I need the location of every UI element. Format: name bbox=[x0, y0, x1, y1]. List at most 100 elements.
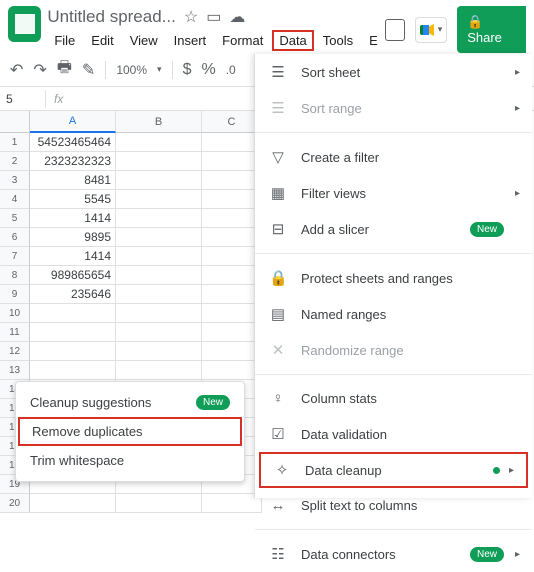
row-header[interactable]: 7 bbox=[0, 247, 30, 266]
dd-sort-sheet[interactable]: ☰Sort sheet▸ bbox=[255, 54, 532, 90]
cell[interactable] bbox=[30, 494, 116, 513]
meet-icon[interactable]: ▾ bbox=[415, 17, 447, 43]
cell[interactable]: 989865654 bbox=[30, 266, 116, 285]
submenu-remove-duplicates[interactable]: Remove duplicates bbox=[18, 417, 242, 446]
dd-split-text[interactable]: ↔Split text to columns bbox=[255, 488, 532, 523]
dd-data-validation[interactable]: ☑Data validation bbox=[255, 416, 532, 452]
cell[interactable]: 8481 bbox=[30, 171, 116, 190]
menu-data[interactable]: Data bbox=[272, 30, 313, 51]
dd-data-connectors[interactable]: ☷Data connectorsNew▸ bbox=[255, 536, 532, 572]
cell[interactable] bbox=[30, 361, 116, 380]
row-header[interactable]: 11 bbox=[0, 323, 30, 342]
cell[interactable]: 235646 bbox=[30, 285, 116, 304]
cell[interactable] bbox=[202, 171, 262, 190]
row-header[interactable]: 2 bbox=[0, 152, 30, 171]
dd-add-slicer[interactable]: ⊟Add a slicerNew bbox=[255, 211, 532, 247]
cell[interactable] bbox=[30, 304, 116, 323]
cell[interactable] bbox=[116, 171, 202, 190]
dd-create-filter[interactable]: ▽Create a filter bbox=[255, 139, 532, 175]
menu-view[interactable]: View bbox=[123, 30, 165, 51]
redo-icon[interactable]: ↷ bbox=[33, 60, 46, 80]
comment-icon[interactable] bbox=[385, 19, 405, 41]
cell[interactable] bbox=[116, 323, 202, 342]
cell[interactable] bbox=[202, 190, 262, 209]
row-header[interactable]: 13 bbox=[0, 361, 30, 380]
cell[interactable]: 2323232323 bbox=[30, 152, 116, 171]
cell[interactable] bbox=[202, 152, 262, 171]
row-header[interactable]: 12 bbox=[0, 342, 30, 361]
zoom-select[interactable]: 100% bbox=[116, 63, 147, 77]
cell[interactable] bbox=[116, 133, 202, 152]
cell[interactable] bbox=[202, 133, 262, 152]
col-header-A[interactable]: A bbox=[30, 111, 116, 133]
print-icon[interactable]: 🖶 bbox=[57, 56, 72, 83]
submenu-trim-whitespace[interactable]: Trim whitespace bbox=[16, 446, 244, 475]
col-header-B[interactable]: B bbox=[116, 111, 202, 133]
menubar: File Edit View Insert Format Data Tools … bbox=[47, 30, 385, 51]
menu-tools[interactable]: Tools bbox=[316, 30, 360, 51]
cell[interactable]: 1414 bbox=[30, 209, 116, 228]
percent-icon[interactable]: % bbox=[201, 61, 215, 79]
cell[interactable] bbox=[202, 266, 262, 285]
row-header[interactable]: 5 bbox=[0, 209, 30, 228]
cell[interactable]: 9895 bbox=[30, 228, 116, 247]
decrease-decimal-icon[interactable]: .0 bbox=[226, 63, 236, 77]
move-icon[interactable]: ▭ bbox=[206, 7, 221, 27]
cell[interactable]: 5545 bbox=[30, 190, 116, 209]
cloud-icon[interactable]: ☁ bbox=[229, 7, 245, 27]
menu-file[interactable]: File bbox=[47, 30, 82, 51]
menu-edit[interactable]: Edit bbox=[84, 30, 120, 51]
row-header[interactable]: 8 bbox=[0, 266, 30, 285]
paint-format-icon[interactable]: ✎ bbox=[82, 60, 95, 80]
menu-format[interactable]: Format bbox=[215, 30, 270, 51]
cell[interactable] bbox=[116, 228, 202, 247]
cell[interactable] bbox=[202, 228, 262, 247]
dd-column-stats[interactable]: ♀Column stats bbox=[255, 381, 532, 416]
cell[interactable]: 54523465464 bbox=[30, 133, 116, 152]
row-header[interactable]: 1 bbox=[0, 133, 30, 152]
undo-icon[interactable]: ↶ bbox=[10, 60, 23, 80]
row-header[interactable]: 4 bbox=[0, 190, 30, 209]
col-header-C[interactable]: C bbox=[202, 111, 262, 133]
star-icon[interactable]: ☆ bbox=[184, 7, 198, 27]
cell[interactable] bbox=[202, 361, 262, 380]
row-header[interactable]: 9 bbox=[0, 285, 30, 304]
document-title[interactable]: Untitled spread... bbox=[47, 7, 176, 27]
cell[interactable] bbox=[202, 304, 262, 323]
sheets-logo[interactable] bbox=[8, 6, 41, 42]
cell[interactable] bbox=[202, 342, 262, 361]
cell[interactable] bbox=[30, 342, 116, 361]
row-header[interactable]: 3 bbox=[0, 171, 30, 190]
currency-icon[interactable]: $ bbox=[183, 61, 192, 79]
dd-filter-views[interactable]: ▦Filter views▸ bbox=[255, 175, 532, 211]
cell[interactable] bbox=[116, 190, 202, 209]
cell[interactable] bbox=[116, 285, 202, 304]
cell[interactable] bbox=[202, 494, 262, 513]
name-box[interactable]: 5 bbox=[0, 90, 46, 108]
cell[interactable]: 1414 bbox=[30, 247, 116, 266]
cell[interactable] bbox=[202, 285, 262, 304]
row-header[interactable]: 20 bbox=[0, 494, 30, 513]
cell[interactable] bbox=[116, 494, 202, 513]
dd-data-cleanup[interactable]: ✧Data cleanup▸ bbox=[259, 452, 528, 488]
cell[interactable] bbox=[30, 323, 116, 342]
menu-extensions[interactable]: E bbox=[362, 30, 385, 51]
cell[interactable] bbox=[116, 304, 202, 323]
dd-protect[interactable]: 🔒Protect sheets and ranges bbox=[255, 260, 532, 296]
cell[interactable] bbox=[116, 361, 202, 380]
row-header[interactable]: 6 bbox=[0, 228, 30, 247]
cell[interactable] bbox=[116, 152, 202, 171]
cell[interactable] bbox=[116, 209, 202, 228]
cell[interactable] bbox=[116, 266, 202, 285]
dd-named-ranges[interactable]: ▤Named ranges bbox=[255, 296, 532, 332]
cell[interactable] bbox=[202, 209, 262, 228]
cell[interactable] bbox=[202, 247, 262, 266]
cell[interactable] bbox=[202, 323, 262, 342]
menu-insert[interactable]: Insert bbox=[167, 30, 214, 51]
row-header[interactable]: 10 bbox=[0, 304, 30, 323]
submenu-cleanup-suggestions[interactable]: Cleanup suggestions New bbox=[16, 388, 244, 417]
select-all-corner[interactable] bbox=[0, 111, 30, 133]
cell[interactable] bbox=[116, 247, 202, 266]
share-button[interactable]: 🔒 Share bbox=[457, 6, 526, 53]
cell[interactable] bbox=[116, 342, 202, 361]
